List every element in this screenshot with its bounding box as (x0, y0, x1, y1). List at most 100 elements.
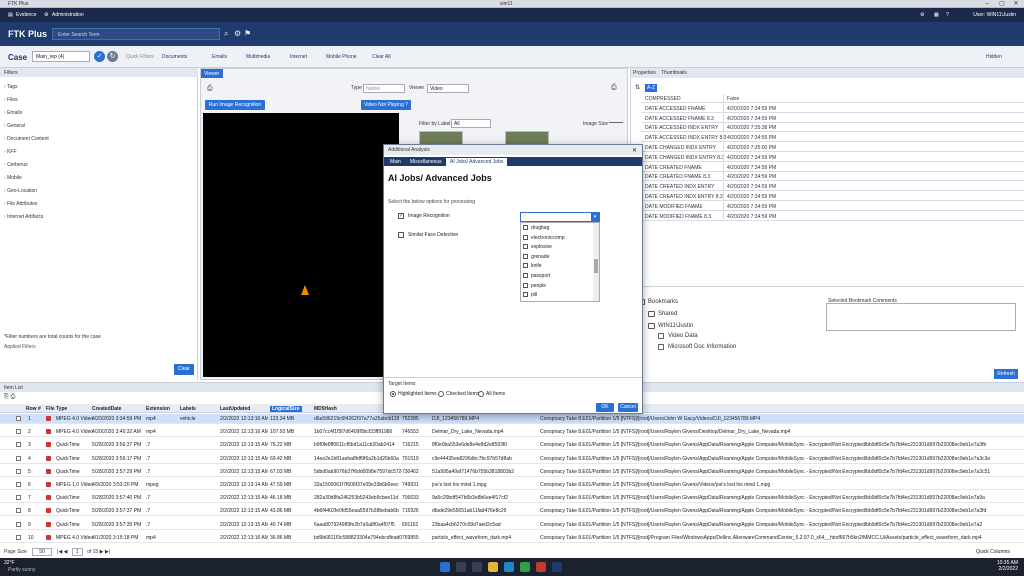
table-row[interactable]: 10 MPEG 4.0 Video 4/1/2020 3:15:18 PM mp4 2/… (0, 533, 1024, 543)
page-size-select[interactable]: 50 (32, 548, 52, 556)
bookmark-doc-info[interactable]: Microsoft Doc Information (668, 344, 736, 350)
search-icon[interactable]: ⌕ (224, 29, 228, 39)
filter-mobile-phone[interactable]: Mobile Phone (326, 54, 357, 60)
filter-item-geo-location[interactable]: Geo-Location (4, 188, 37, 194)
property-row[interactable]: DATE MODIFIED FNAME 4/20/2020 7:34:59 PM (641, 201, 1024, 211)
quick-columns[interactable]: Quick Columns (976, 549, 1010, 555)
settings-icon[interactable]: ⚙ (920, 12, 924, 18)
filter-documents[interactable]: Documents (162, 54, 187, 60)
page-input[interactable]: 1 (71, 548, 83, 556)
export-icon[interactable]: ⎙ (611, 84, 617, 92)
option-item[interactable]: electroniccomp (523, 234, 593, 243)
filter-item-cerberus[interactable]: Cerberus (4, 162, 28, 168)
table-row[interactable]: 8 QuickTime 5/28/2020 3:57:37 PM .7 2/2/2022… (0, 506, 1024, 517)
viewer-select[interactable]: Video (427, 84, 469, 93)
check-icon[interactable]: ✓ (94, 51, 105, 62)
option-item[interactable]: drugbag (523, 225, 593, 233)
col-extension[interactable]: Extension (146, 406, 170, 412)
recognition-options-list[interactable]: drugbag electroniccomp explosive grenade kni… (520, 222, 600, 302)
option-checkbox[interactable] (523, 273, 528, 278)
table-row[interactable]: 4 QuickTime 5/28/2020 3:56:17 PM .7 2/2/2022… (0, 454, 1024, 464)
property-row[interactable]: DATE CREATED FNAME 4/20/2020 7:34:59 PM (641, 162, 1024, 172)
run-image-recognition-button[interactable]: Run Image Recognition (205, 100, 265, 110)
table-row[interactable]: 3 QuickTime 5/28/2020 3:56:37 PM .7 2/2/2022… (0, 440, 1024, 451)
filter-emails[interactable]: Emails (212, 54, 227, 60)
sort-icon[interactable]: ⇅ (635, 84, 640, 91)
radio-highlighted[interactable] (390, 391, 396, 397)
scroll-thumb[interactable] (594, 259, 598, 273)
menu-administration[interactable]: Administration (52, 12, 84, 18)
row-checkbox[interactable] (16, 521, 21, 527)
filter-item-tags[interactable]: Tags (4, 84, 18, 90)
refresh-icon[interactable]: ↻ (107, 51, 118, 62)
edge-icon[interactable] (504, 562, 514, 572)
help-icon[interactable]: ? (946, 12, 949, 18)
property-row[interactable]: DATE CREATED INDX ENTRY 8.3 4/20/2020 7:3… (641, 192, 1024, 201)
filter-item-mobile[interactable]: Mobile (4, 175, 22, 181)
video-data-checkbox[interactable] (658, 333, 664, 339)
bookmark-video-data[interactable]: Video Data (668, 333, 698, 339)
property-row[interactable]: DATE ACCESSED FNAME 4/20/2020 7:34:59 PM (641, 103, 1024, 113)
table-row[interactable]: 7 QuickTime 5/28/2020 3:57:40 PM .7 2/2/2022… (0, 493, 1024, 504)
filter-item-emails[interactable]: Emails (4, 110, 22, 116)
clear-all-button[interactable]: Clear All (372, 54, 391, 60)
close-icon[interactable]: ✕ (1009, 0, 1023, 8)
table-row[interactable]: 2 MPEG 4.0 Video 4/20/2020 3:40:32 AM mp4 2/… (0, 427, 1024, 438)
row-checkbox[interactable] (16, 455, 21, 461)
quick-filters[interactable]: Quick Filters (126, 54, 154, 60)
gear-icon[interactable]: ⚙ (234, 29, 241, 38)
dialog-close-icon[interactable]: ✕ (632, 147, 637, 154)
property-row[interactable]: DATE MODIFIED FNAME 8.3 4/20/2020 7:34:59… (641, 211, 1024, 221)
table-row[interactable]: 1 MPEG 4.0 Video 4/20/2020 3:34:59 PM mp4 ve… (0, 414, 1024, 424)
user-label[interactable]: User: WIN11\Justin (973, 12, 1016, 18)
prev-page-icon[interactable]: |◀ ◀ (57, 549, 67, 555)
option-checkbox[interactable] (523, 234, 528, 240)
minimize-icon[interactable]: – (980, 0, 994, 8)
radio-checked[interactable] (438, 391, 444, 397)
property-row[interactable]: DATE CREATED FNAME 8.3 4/20/2020 7:34:59 … (641, 172, 1024, 182)
property-row[interactable]: DATE CHANGED INDX ENTRY 8.3 4/20/2020 7:3… (641, 152, 1024, 162)
list-tools-icon[interactable]: ⎘ ⎙ (4, 394, 15, 401)
filter-multimedia[interactable]: Multimedia (246, 54, 270, 60)
tab-thumbnails[interactable]: Thumbnails (661, 70, 687, 76)
filter-item-internet-artifacts[interactable]: Internet Artifacts (4, 214, 43, 220)
ftk-taskbar-icon[interactable] (552, 562, 562, 572)
radio-all[interactable] (478, 391, 484, 397)
next-page-icon[interactable]: ▶ ▶| (100, 549, 110, 555)
property-row[interactable]: COMPRESSED False (641, 94, 1024, 103)
filter-item-document-content[interactable]: Document Content (4, 136, 49, 142)
row-checkbox[interactable] (16, 495, 21, 501)
flag-icon[interactable]: ⚑ (244, 29, 251, 38)
property-row[interactable]: DATE CHANGED INDX ENTRY 4/20/2020 7:35:00… (641, 143, 1024, 152)
print-icon[interactable]: ⎙ (207, 85, 213, 93)
row-checkbox[interactable] (16, 416, 21, 421)
option-checkbox[interactable] (523, 225, 528, 230)
col-labels[interactable]: Labels (180, 406, 196, 412)
table-row[interactable]: 9 QuickTime 5/28/2020 3:57:35 PM .7 2/2/2022… (0, 520, 1024, 530)
table-row[interactable]: 6 MPEG 1.0 Video 4/9/2020 3:53:20 PM mpeg 2/… (0, 480, 1024, 490)
ok-button[interactable]: OK (596, 403, 614, 412)
weather-temp[interactable]: 32°F (4, 560, 15, 566)
az-sort-button[interactable]: A-Z (645, 84, 657, 92)
filter-by-label-select[interactable]: All (451, 119, 491, 128)
row-checkbox[interactable] (16, 442, 21, 448)
file-explorer-icon[interactable] (488, 562, 498, 572)
property-row[interactable]: DATE ACCESSED FNAME 8.3 4/20/2020 7:34:59… (641, 113, 1024, 123)
cancel-button[interactable]: Cancel (618, 403, 638, 412)
tab-viewer[interactable]: Viewer (201, 69, 223, 78)
option-item[interactable]: knife (523, 263, 593, 271)
face-detection-checkbox[interactable] (398, 232, 404, 238)
video-player[interactable] (203, 113, 399, 377)
doc-info-checkbox[interactable] (658, 344, 664, 350)
search-taskbar-icon[interactable] (456, 562, 466, 572)
option-checkbox[interactable] (523, 253, 528, 259)
col-last-updated[interactable]: LastUpdated (220, 406, 250, 412)
task-view-icon[interactable] (472, 562, 482, 572)
menu-evidence[interactable]: Evidence (16, 12, 37, 18)
option-item[interactable]: pill (523, 292, 593, 300)
store-icon[interactable] (520, 562, 530, 572)
col-logical-size[interactable]: LogicalSize (270, 406, 302, 412)
option-checkbox[interactable] (523, 292, 528, 298)
bookmark-user[interactable]: WIN11\Justin (658, 323, 693, 329)
col-created-date[interactable]: CreatedDate (92, 406, 121, 412)
